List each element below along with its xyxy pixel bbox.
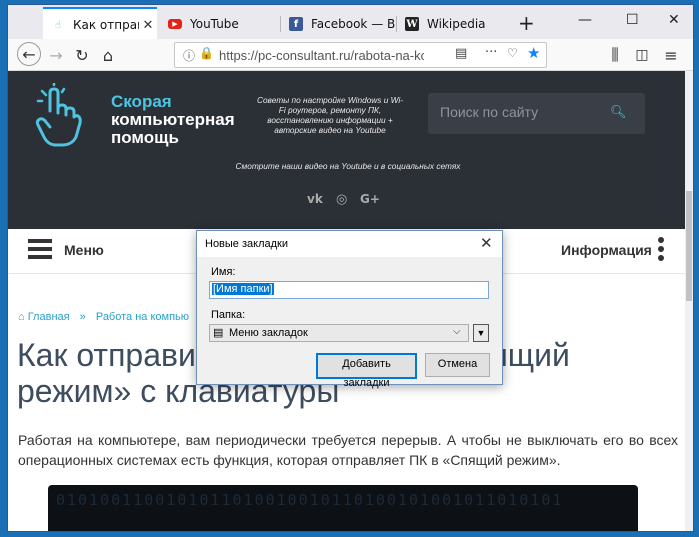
name-label: Имя: xyxy=(211,266,236,278)
maximize-icon[interactable]: ☐ xyxy=(626,12,639,28)
dialog-close-icon[interactable]: ✕ xyxy=(480,234,493,252)
site-tagline: Советы по настройке Windows и Wi-Fi роут… xyxy=(256,95,404,135)
logo-hand-icon xyxy=(35,83,82,147)
url-text: https://pc-consultant.ru/rabota-na-kom xyxy=(219,48,424,63)
tab-title: YouTube xyxy=(190,17,239,31)
instagram-icon[interactable]: ◎ xyxy=(336,192,347,207)
article-paragraph: Работая на компьютере, вам периодически … xyxy=(18,432,678,468)
site-search[interactable]: Поиск по сайту 🔍︎ xyxy=(428,93,645,134)
menu-button[interactable]: Меню xyxy=(64,242,104,258)
facebook-icon: f xyxy=(289,17,303,31)
dialog-titlebar: Новые закладки ✕ xyxy=(197,231,502,257)
article-image: 0101001100101011010010010110100101001011… xyxy=(48,485,638,531)
name-field[interactable]: [Имя папки] xyxy=(209,281,489,299)
page-scrollbar[interactable] xyxy=(685,71,693,531)
logo-line-2: компьютерная xyxy=(111,110,235,129)
bookmarks-menu-icon: ▤ xyxy=(213,327,224,339)
pocket-icon[interactable]: ♡ xyxy=(507,46,518,60)
info-button[interactable]: Информация xyxy=(561,242,652,258)
youtube-icon: ▶ xyxy=(168,19,182,29)
folder-select[interactable]: ▤ Меню закладок ⌵ xyxy=(209,324,469,342)
minimize-icon[interactable]: — xyxy=(578,12,592,28)
wikipedia-icon: W xyxy=(405,17,419,31)
sidebar-icon[interactable]: ◫ xyxy=(630,43,654,67)
breadcrumb-home[interactable]: Главная xyxy=(28,311,70,323)
folder-select-value: Меню закладок xyxy=(229,327,308,339)
tab-title: Facebook — Выполн xyxy=(311,17,396,31)
vk-icon[interactable]: vk xyxy=(307,192,323,206)
image-binary-text: 0101001100101011010010010110100101001011… xyxy=(56,491,564,509)
new-tab-icon[interactable]: + xyxy=(518,11,535,35)
breadcrumb: ⌂ Главная » Работа на компью xyxy=(18,311,189,323)
reader-view-icon[interactable]: ▤ xyxy=(455,46,467,61)
window-close-icon[interactable]: ✕ xyxy=(668,12,680,28)
menu-icon[interactable]: ≡ xyxy=(659,43,683,67)
hamburger-icon[interactable] xyxy=(28,239,52,261)
forward-icon[interactable]: → xyxy=(44,43,68,67)
home-breadcrumb-icon: ⌂ xyxy=(18,311,25,323)
logo-line-1: Скорая xyxy=(111,92,172,111)
tab-title: Как отправить xyxy=(73,18,139,32)
tab-strip: ☝ Как отправить ✕ ▶ YouTube f Facebook —… xyxy=(8,5,693,41)
cancel-button[interactable]: Отмена xyxy=(425,353,490,377)
reload-icon[interactable]: ↻ xyxy=(70,43,94,67)
lock-icon: 🔒 xyxy=(199,46,214,60)
library-icon[interactable]: ⫼ xyxy=(603,43,627,67)
site-logo-text[interactable]: Скорая компьютерная помощь xyxy=(111,93,235,147)
scrollbar-thumb[interactable] xyxy=(686,191,692,301)
home-icon[interactable]: ⌂ xyxy=(96,43,120,67)
url-bar[interactable]: ⓘ 🔒 https://pc-consultant.ru/rabota-na-k… xyxy=(174,42,547,68)
name-field-value: [Имя папки] xyxy=(212,283,274,295)
site-header: Скорая компьютерная помощь Советы по нас… xyxy=(8,71,685,229)
logo-line-3: помощь xyxy=(111,128,179,147)
info-icon[interactable]: ⓘ xyxy=(183,47,195,64)
folder-label: Папка: xyxy=(211,309,246,321)
search-placeholder: Поиск по сайту xyxy=(440,104,539,120)
tab-wikipedia[interactable]: W Wikipedia xyxy=(397,9,512,39)
tab-title: Wikipedia xyxy=(427,17,486,31)
bookmark-star-icon[interactable]: ★ xyxy=(527,44,540,62)
more-vertical-icon[interactable] xyxy=(658,237,664,264)
chevron-down-icon: ⌵ xyxy=(453,326,461,337)
add-bookmarks-button[interactable]: Добавить закладки xyxy=(316,353,417,389)
bookmark-hand-icon: ☝ xyxy=(54,19,62,31)
videos-text: Смотрите наши видео на Youtube и в социа… xyxy=(235,161,461,171)
close-icon[interactable]: ✕ xyxy=(139,18,157,33)
page-actions-icon[interactable]: ··· xyxy=(485,45,497,60)
breadcrumb-category[interactable]: Работа на компью xyxy=(96,311,189,323)
tab-youtube[interactable]: ▶ YouTube xyxy=(160,9,280,39)
new-bookmarks-dialog: Новые закладки ✕ Имя: [Имя папки] Папка:… xyxy=(196,230,503,389)
search-icon[interactable]: 🔍︎ xyxy=(610,105,627,120)
breadcrumb-separator: » xyxy=(79,311,86,323)
tab-facebook[interactable]: f Facebook — Выполн xyxy=(281,9,396,39)
dialog-title: Новые закладки xyxy=(205,238,288,250)
tab-current[interactable]: ☝ Как отправить ✕ xyxy=(43,7,157,41)
expand-folders-button[interactable]: ▼ xyxy=(473,324,489,342)
google-plus-icon[interactable]: G+ xyxy=(360,192,380,206)
navigation-toolbar: ← → ↻ ⌂ ⓘ 🔒 https://pc-consultant.ru/rab… xyxy=(8,39,693,71)
back-icon[interactable]: ← xyxy=(17,42,41,66)
